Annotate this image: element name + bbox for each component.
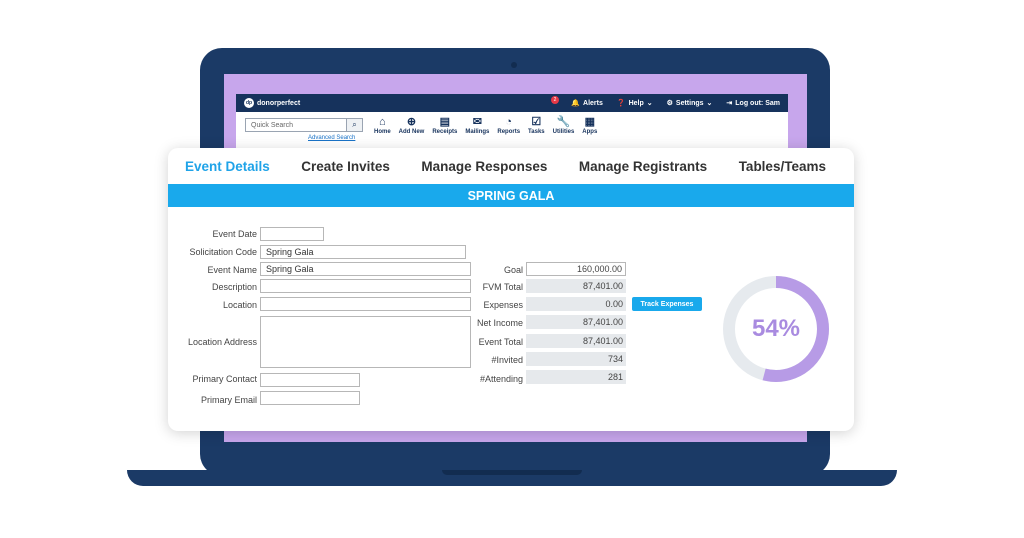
gear-icon: ⚙ — [666, 100, 673, 107]
wrench-icon: 🔧 — [556, 116, 571, 128]
logo-icon: dp — [244, 98, 254, 108]
location-field[interactable] — [260, 297, 471, 311]
nav-label: Receipts — [432, 129, 458, 135]
location-address-field[interactable] — [260, 316, 471, 368]
top-bar: dp donorperfect 🔔 Alerts ❓ Help ⌄ ⚙ Sett… — [236, 94, 788, 112]
event-card: Event Details Create Invites Manage Resp… — [168, 148, 854, 431]
brand-name: donorperfect — [257, 99, 301, 107]
net-income-value: 87,401.00 — [526, 315, 626, 329]
primary-email-field[interactable] — [260, 391, 360, 405]
event-tabs: Event Details Create Invites Manage Resp… — [168, 148, 854, 184]
nav-label: Home — [374, 129, 391, 135]
tab-event-details[interactable]: Event Details — [185, 159, 270, 174]
question-icon: ❓ — [616, 100, 626, 107]
goal-label: Goal — [503, 265, 523, 275]
fvm-total-value: 87,401.00 — [526, 279, 626, 293]
help-label: Help — [628, 99, 644, 107]
envelope-icon: ✉ — [472, 116, 482, 128]
nav-reports[interactable]: ◔ Reports — [497, 116, 520, 135]
event-total-value: 87,401.00 — [526, 334, 626, 348]
expenses-value: 0.00 — [526, 297, 626, 311]
brand-logo[interactable]: dp donorperfect — [244, 98, 300, 108]
alerts-button[interactable]: 🔔 Alerts — [571, 99, 603, 108]
expenses-label: Expenses — [483, 300, 523, 310]
alerts-label: Alerts — [583, 99, 603, 107]
nav-label: Add New — [398, 129, 425, 135]
nav-label: Reports — [497, 129, 521, 135]
goal-value[interactable]: 160,000.00 — [526, 262, 626, 276]
main-nav: ⌂ Home ⊕ Add New ▤ Receipts ✉ Mailings ◔ Repo… — [374, 116, 597, 135]
primary-contact-field[interactable] — [260, 373, 360, 387]
primary-contact-label: Primary Contact — [192, 374, 257, 384]
grid-icon: ▦ — [584, 116, 595, 128]
camera-icon — [511, 62, 517, 68]
solicitation-code-label: Solicitation Code — [189, 247, 257, 257]
help-button[interactable]: ❓ Help ⌄ — [616, 99, 653, 108]
attending-value: 281 — [526, 370, 626, 384]
laptop-notch — [442, 470, 582, 475]
nav-add-new[interactable]: ⊕ Add New — [399, 116, 425, 135]
nav-label: Mailings — [465, 129, 490, 135]
nav-receipts[interactable]: ▤ Receipts — [432, 116, 457, 135]
home-icon: ⌂ — [379, 116, 386, 128]
nav-label: Apps — [582, 129, 598, 135]
location-label: Location — [222, 300, 257, 310]
chevron-down-icon: ⌄ — [706, 100, 713, 107]
primary-email-label: Primary Email — [200, 395, 257, 405]
tab-tables-teams[interactable]: Tables/Teams — [739, 159, 826, 174]
nav-home[interactable]: ⌂ Home — [374, 116, 391, 135]
event-name-field[interactable]: Spring Gala — [260, 262, 471, 276]
checklist-icon: ☑ — [531, 116, 542, 128]
tab-manage-registrants[interactable]: Manage Registrants — [579, 159, 707, 174]
net-income-label: Net Income — [476, 318, 523, 328]
tab-create-invites[interactable]: Create Invites — [301, 159, 390, 174]
nav-tasks[interactable]: ☑ Tasks — [528, 116, 545, 135]
event-title-banner: SPRING GALA — [168, 184, 854, 207]
solicitation-code-field[interactable]: Spring Gala — [260, 245, 466, 259]
quick-search-input[interactable]: Quick Search ⌕ — [245, 118, 363, 132]
fvm-total-label: FVM Total — [482, 282, 523, 292]
description-label: Description — [211, 282, 257, 292]
settings-button[interactable]: ⚙ Settings ⌄ — [666, 99, 713, 108]
toolbar: Quick Search ⌕ Advanced Search ⌂ Home ⊕ Ad… — [236, 112, 788, 148]
receipt-icon: ▤ — [439, 116, 451, 128]
progress-percent: 54% — [751, 315, 801, 342]
advanced-search-link[interactable]: Advanced Search — [308, 135, 355, 141]
track-expenses-button[interactable]: Track Expenses — [632, 297, 702, 311]
event-name-label: Event Name — [207, 265, 257, 275]
top-right-menu: 🔔 Alerts ❓ Help ⌄ ⚙ Settings ⌄ ⇥ Log out… — [571, 99, 780, 108]
event-total-label: Event Total — [478, 337, 523, 347]
tab-manage-responses[interactable]: Manage Responses — [421, 159, 547, 174]
search-icon[interactable]: ⌕ — [346, 119, 362, 131]
location-address-label: Location Address — [187, 337, 257, 347]
attending-label: #Attending — [479, 374, 523, 384]
nav-label: Tasks — [528, 129, 545, 135]
nav-apps[interactable]: ▦ Apps — [582, 116, 597, 135]
plus-circle-icon: ⊕ — [406, 116, 417, 128]
logout-button[interactable]: ⇥ Log out: Sam — [726, 99, 780, 108]
nav-utilities[interactable]: 🔧 Utilities — [553, 116, 575, 135]
nav-label: Utilities — [552, 129, 575, 135]
invited-label: #Invited — [491, 355, 523, 365]
settings-label: Settings — [675, 99, 704, 107]
pie-chart-icon: ◔ — [505, 116, 513, 128]
alerts-count-badge: 2 — [551, 96, 559, 104]
logout-icon: ⇥ — [726, 100, 733, 107]
description-field[interactable] — [260, 279, 471, 293]
event-date-label: Event Date — [212, 229, 257, 239]
chevron-down-icon: ⌄ — [646, 100, 653, 107]
event-date-field[interactable] — [260, 227, 324, 241]
logout-label: Log out: Sam — [735, 99, 780, 107]
stage: dp donorperfect 🔔 Alerts ❓ Help ⌄ ⚙ Sett… — [0, 0, 1024, 538]
nav-mailings[interactable]: ✉ Mailings — [465, 116, 489, 135]
bell-icon: 🔔 — [571, 100, 581, 107]
invited-value: 734 — [526, 352, 626, 366]
quick-search-placeholder: Quick Search — [251, 121, 294, 129]
